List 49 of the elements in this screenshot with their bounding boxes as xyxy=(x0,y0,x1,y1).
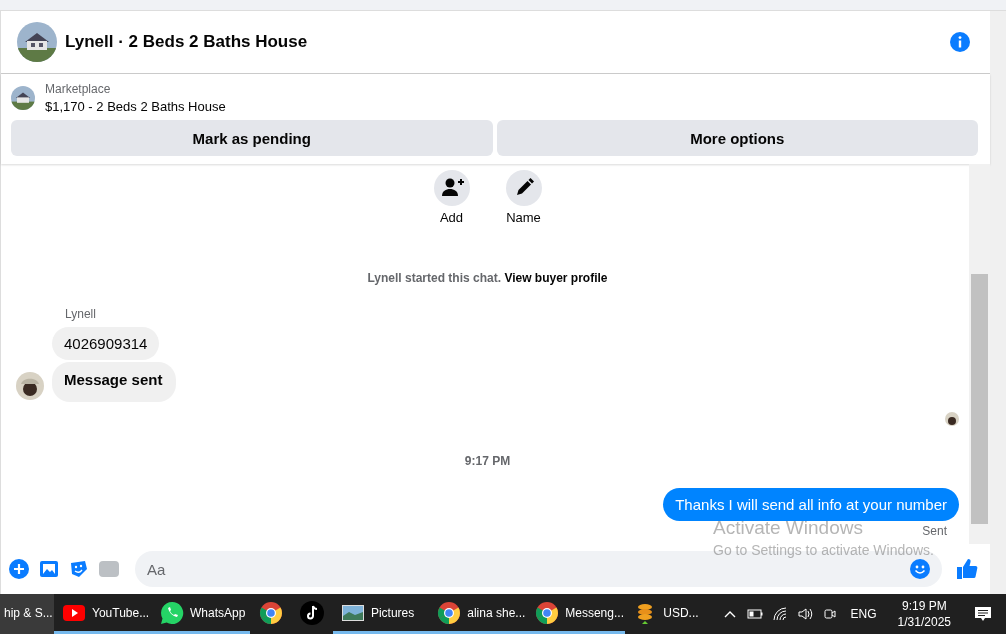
browser-icon xyxy=(535,600,560,625)
sender-avatar xyxy=(16,372,44,400)
taskbar-item[interactable]: alina she... xyxy=(429,594,528,634)
taskbar-item[interactable]: YouTube... xyxy=(54,594,152,634)
action-label: Name xyxy=(506,210,541,225)
wifi-icon[interactable] xyxy=(771,606,788,622)
speaker-icon[interactable] xyxy=(796,606,813,622)
outgoing-message: Thanks I will send all info at your number xyxy=(663,488,959,521)
incoming-message: 4026909314 xyxy=(52,327,160,360)
listing-action-button[interactable]: More options xyxy=(496,120,978,156)
taskbar-item[interactable]: WhatsApp xyxy=(152,594,250,634)
message-timestamp: 9:17 PM xyxy=(464,454,511,468)
listing-action-button[interactable]: Mark as pending xyxy=(11,120,493,156)
scrollbar[interactable] xyxy=(969,164,990,544)
action-label: Add xyxy=(439,210,464,225)
browser-icon xyxy=(258,600,283,625)
page-scrollbar[interactable] xyxy=(990,11,1006,594)
taskbar-item[interactable]: hip & S... xyxy=(0,594,54,634)
clock-time[interactable]: 9:19 PM xyxy=(901,599,947,613)
sticker-icon[interactable] xyxy=(69,559,89,579)
taskbar-item[interactable]: Pictures xyxy=(332,594,430,634)
browser-icon xyxy=(437,600,462,625)
image-icon[interactable] xyxy=(39,559,59,579)
view-buyer-profile-link[interactable]: View buyer profile xyxy=(504,271,608,285)
language-indicator[interactable]: ENG xyxy=(850,607,877,621)
chat-start-notice: Lynell started this chat. View buyer profile xyxy=(367,271,608,285)
clock-date[interactable]: 1/31/2025 xyxy=(897,615,951,629)
taskbar-item[interactable]: Messeng... xyxy=(527,594,626,634)
sender-name: Lynell xyxy=(65,307,97,321)
music-note-icon xyxy=(300,600,325,625)
listing-title: $1,170 - 2 Beds 2 Baths House xyxy=(45,99,226,114)
incoming-message: Message sent xyxy=(52,362,177,402)
house-thumbnail xyxy=(11,86,35,110)
chat-bubble-icon xyxy=(160,600,184,625)
house-avatar xyxy=(17,22,57,62)
pencil-icon[interactable] xyxy=(505,170,542,206)
info-icon[interactable] xyxy=(950,32,970,52)
notifications-icon[interactable] xyxy=(974,605,992,623)
plus-icon[interactable] xyxy=(9,559,29,579)
emoji-icon[interactable] xyxy=(910,559,930,579)
seen-avatar xyxy=(945,412,959,426)
listing-source: Marketplace xyxy=(45,82,112,96)
add-person-icon[interactable] xyxy=(433,170,470,206)
message-status: Sent xyxy=(922,524,947,538)
taskbar-item[interactable]: USD... xyxy=(625,594,722,634)
camera-icon[interactable] xyxy=(821,606,838,622)
conversation-title: Lynell · 2 Beds 2 Baths House xyxy=(65,32,309,52)
battery-icon[interactable] xyxy=(746,606,763,622)
thumbs-up-icon[interactable] xyxy=(956,558,978,580)
